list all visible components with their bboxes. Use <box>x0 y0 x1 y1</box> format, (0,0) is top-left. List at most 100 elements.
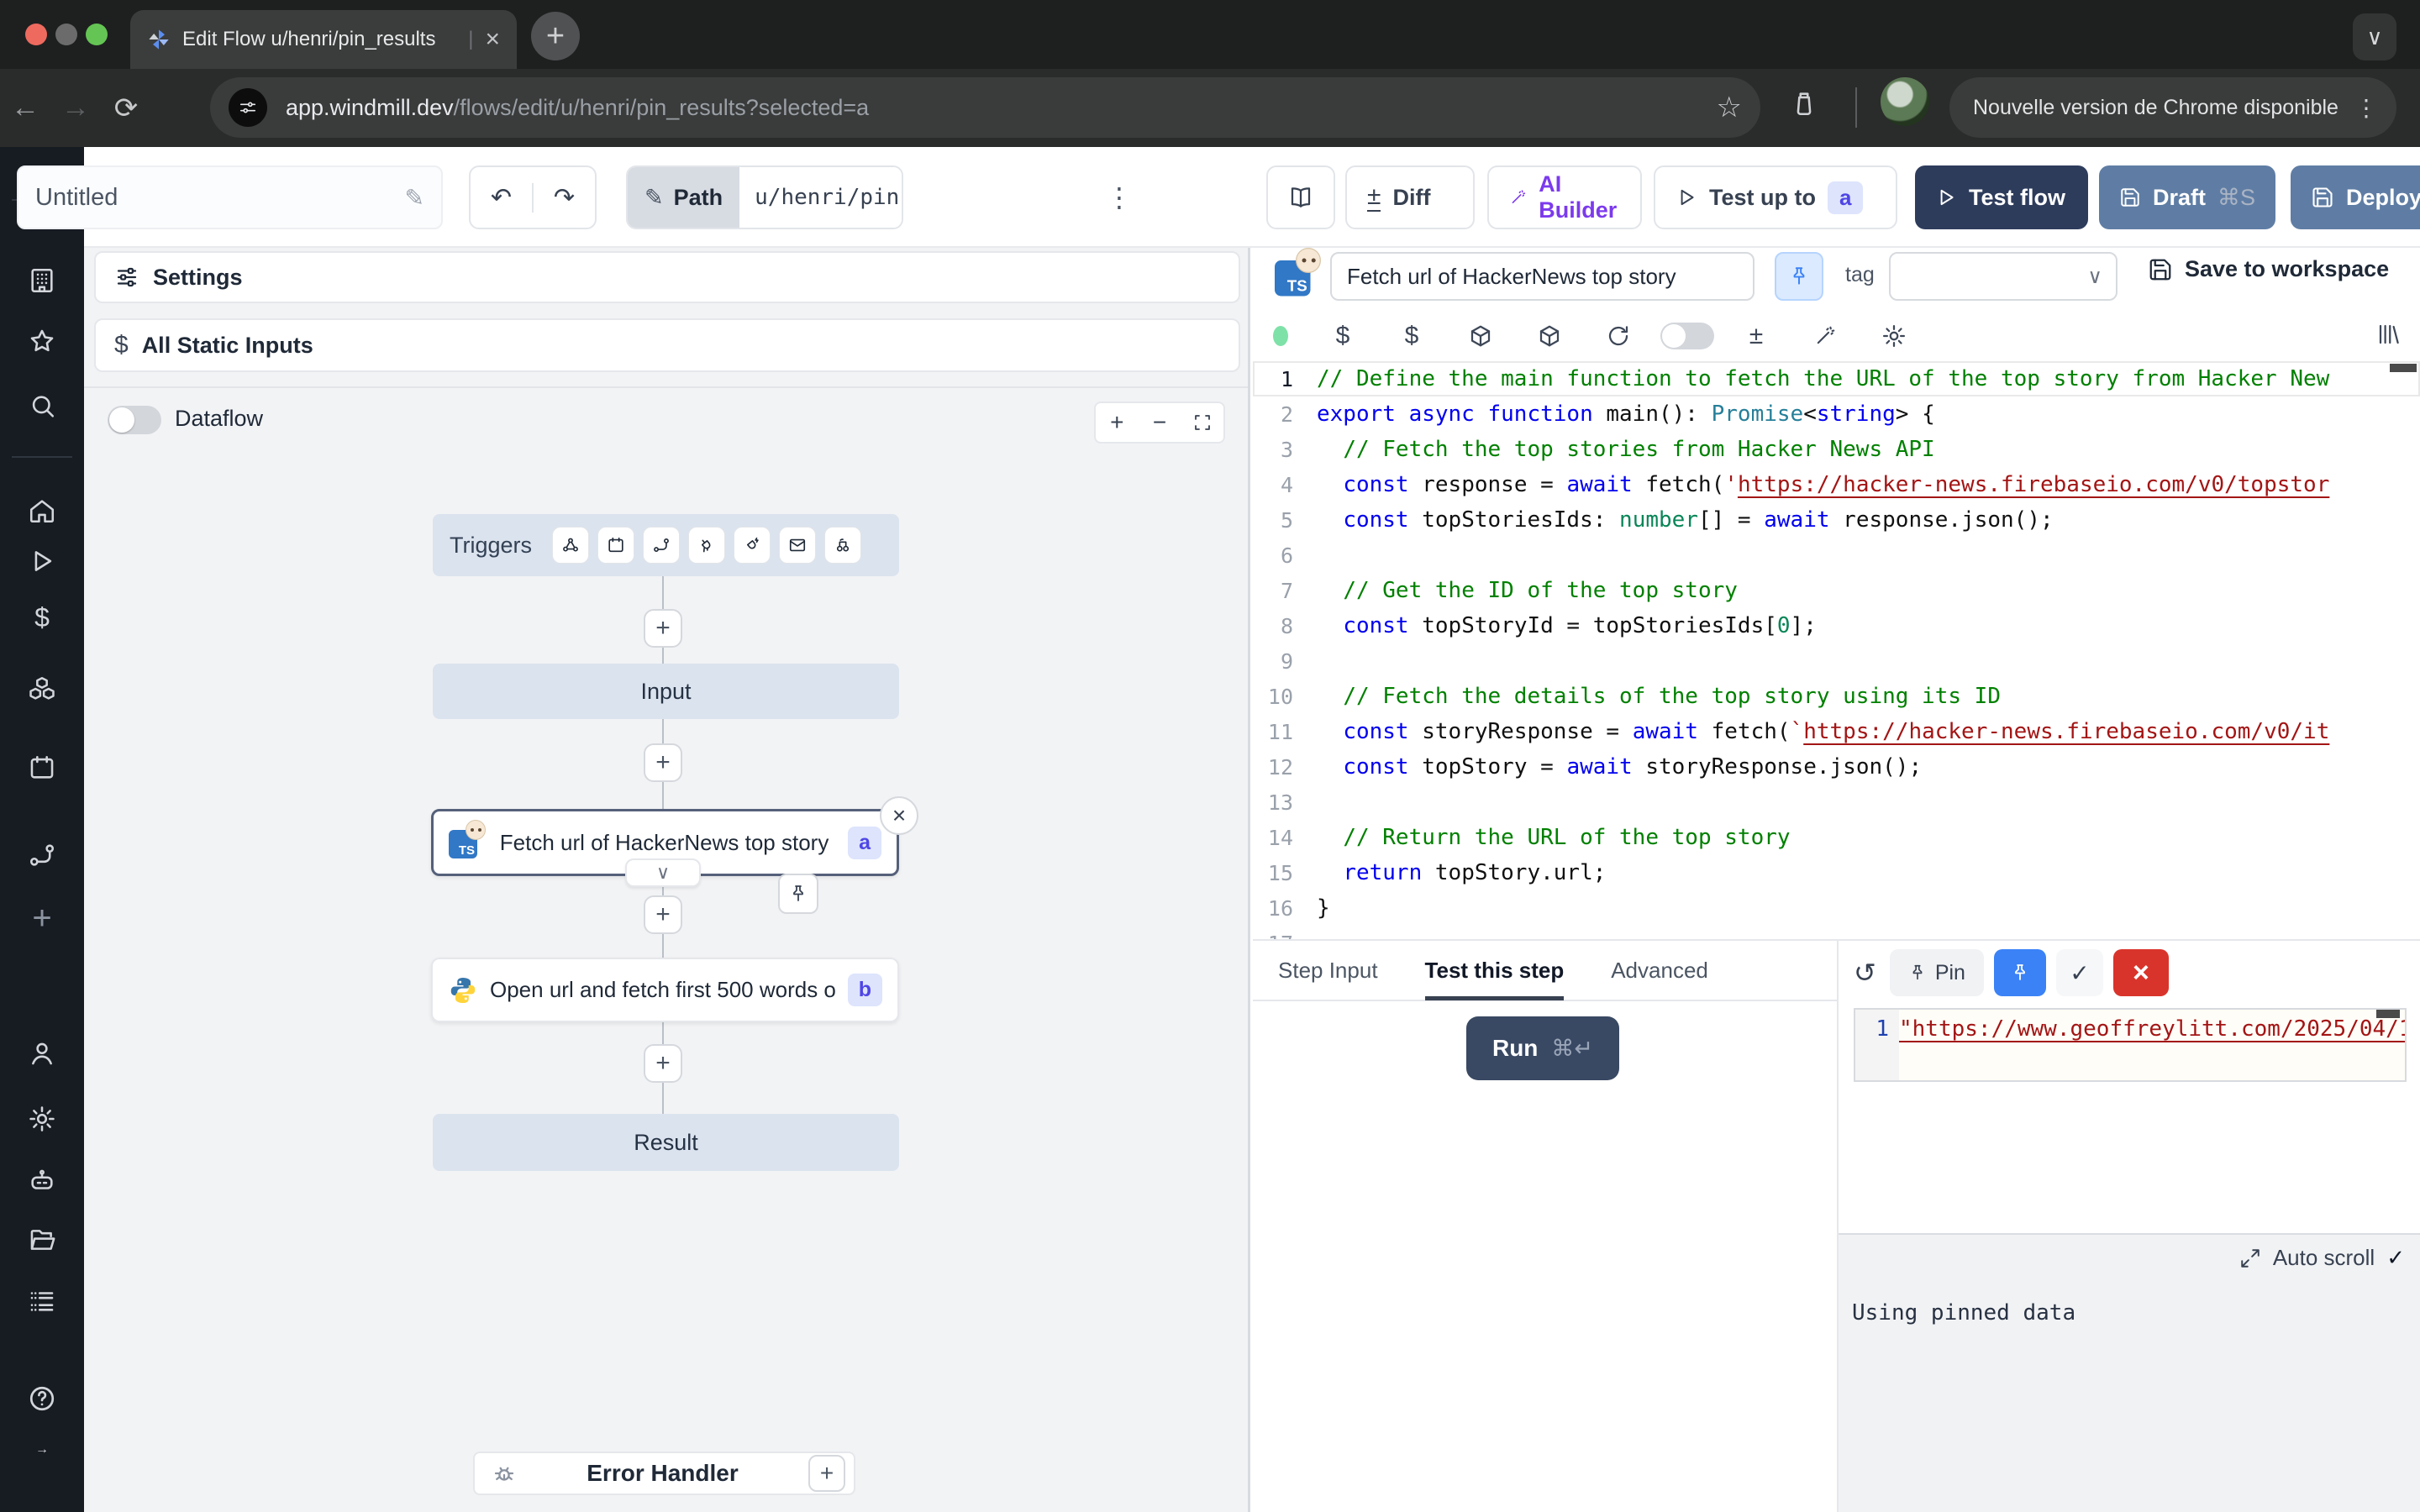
pin-active-button[interactable] <box>1994 949 2046 996</box>
websocket-trigger-icon[interactable] <box>688 527 725 564</box>
undo-button[interactable]: ↶ <box>471 183 532 213</box>
sidebar-item-users[interactable] <box>0 1039 84 1068</box>
step-title-input[interactable]: Fetch url of HackerNews top story <box>1330 252 1754 301</box>
traffic-light-zoom[interactable] <box>86 24 108 45</box>
schedule-trigger-icon[interactable] <box>597 527 634 564</box>
browser-menu-icon[interactable]: ⋮ <box>2354 94 2378 122</box>
traffic-light-minimize[interactable] <box>55 24 77 45</box>
zoom-in-button[interactable]: + <box>1096 409 1139 436</box>
sidebar-item-help[interactable] <box>0 1383 84 1414</box>
code-line[interactable]: 9 <box>1253 643 2420 679</box>
tag-select[interactable]: ∨ <box>1889 252 2118 301</box>
error-handler-node[interactable]: Error Handler + <box>473 1452 855 1495</box>
code-line[interactable]: 17 <box>1253 926 2420 939</box>
zoom-out-button[interactable]: − <box>1139 409 1181 436</box>
library-icon[interactable] <box>2376 322 2402 347</box>
code-line[interactable]: 12 const topStory = await storyResponse.… <box>1253 749 2420 785</box>
sidebar-item-variables[interactable]: $ <box>0 604 84 631</box>
sidebar-item-logs[interactable] <box>0 1286 84 1315</box>
site-info-icon[interactable] <box>229 88 267 127</box>
chrome-update-chip[interactable]: Nouvelle version de Chrome disponible ⋮ <box>1949 77 2396 138</box>
pin-button[interactable]: Pin <box>1890 949 1984 996</box>
code-line[interactable]: 13 <box>1253 785 2420 820</box>
editor-settings-gear-icon[interactable] <box>1860 323 1928 349</box>
email-trigger-icon[interactable] <box>779 527 816 564</box>
edit-name-pencil-icon[interactable]: ✎ <box>405 184 424 212</box>
sidebar-item-runs[interactable] <box>0 547 84 575</box>
redo-button[interactable]: ↷ <box>532 183 595 213</box>
draft-button[interactable]: Draft ⌘S <box>2099 165 2275 229</box>
profile-avatar[interactable] <box>1881 77 1929 126</box>
tab-test-this-step[interactable]: Test this step <box>1425 940 1565 1000</box>
fit-view-button[interactable] <box>1181 412 1223 433</box>
browser-tab[interactable]: Edit Flow u/henri/pin_results | × <box>130 10 517 69</box>
add-step-button[interactable]: + <box>644 1044 682 1083</box>
code-line[interactable]: 10 // Fetch the details of the top story… <box>1253 679 2420 714</box>
flow-settings-row[interactable]: Settings <box>94 251 1240 303</box>
sidebar-item-routes[interactable] <box>0 841 84 869</box>
pinned-data-editor[interactable]: 1 "https://www.geoffreylitt.com/2025/04/… <box>1854 1008 2407 1082</box>
code-line[interactable]: 7 // Get the ID of the top story <box>1253 573 2420 608</box>
tab-step-input[interactable]: Step Input <box>1278 940 1378 1000</box>
ai-wand-icon[interactable] <box>1791 324 1860 348</box>
expand-step-chevron-icon[interactable]: ∨ <box>625 858 701 887</box>
tab-advanced[interactable]: Advanced <box>1611 940 1708 1000</box>
sidebar-item-home[interactable] <box>0 496 84 525</box>
code-line[interactable]: 11 const storyResponse = await fetch(`ht… <box>1253 714 2420 749</box>
traffic-light-close[interactable] <box>25 24 47 45</box>
editor-toggle[interactable] <box>1653 323 1722 349</box>
add-error-handler-button[interactable]: + <box>808 1455 845 1492</box>
step-pin-button[interactable] <box>778 874 818 914</box>
url-bar[interactable]: app.windmill.dev/flows/edit/u/henri/pin_… <box>210 77 1760 138</box>
forward-icon[interactable]: → <box>50 92 101 124</box>
all-static-inputs-row[interactable]: $ All Static Inputs <box>94 318 1240 372</box>
flow-canvas[interactable]: Settings $ All Static Inputs Dataflow + … <box>84 248 1250 1512</box>
kafka-trigger-icon[interactable] <box>734 527 771 564</box>
path-label-segment[interactable]: ✎Path <box>628 167 739 228</box>
sidebar-expand-icon[interactable]: → <box>0 1442 84 1457</box>
test-up-to-button[interactable]: Test up to a <box>1654 165 1897 229</box>
code-line[interactable]: 15 return topStory.url; <box>1253 855 2420 890</box>
package-icon[interactable] <box>1515 323 1584 349</box>
toolbar-more-icon[interactable]: ⋮ <box>1102 165 1136 229</box>
save-to-workspace-button[interactable]: Save to workspace <box>2148 256 2389 282</box>
remove-pin-button[interactable]: × <box>2113 949 2169 996</box>
poll-trigger-icon[interactable] <box>824 527 861 564</box>
result-node[interactable]: Result <box>433 1114 899 1171</box>
tab-close-icon[interactable]: × <box>485 27 500 52</box>
pin-toggle-button[interactable] <box>1775 252 1823 301</box>
code-line[interactable]: 2export async function main(): Promise<s… <box>1253 396 2420 432</box>
reload-icon[interactable]: ⟳ <box>101 92 151 125</box>
docs-button[interactable] <box>1266 165 1335 229</box>
tab-search-chevron-icon[interactable]: ∨ <box>2353 13 2396 60</box>
step-node-b[interactable]: Open url and fetch first 500 words of ..… <box>431 958 899 1022</box>
code-line[interactable]: 1// Define the main function to fetch th… <box>1253 361 2420 396</box>
sidebar-item-add[interactable]: + <box>0 901 84 935</box>
variables-icon[interactable]: $ <box>1308 322 1377 350</box>
run-button[interactable]: Run ⌘↵ <box>1466 1016 1619 1080</box>
bookmark-star-icon[interactable]: ☆ <box>1717 91 1742 124</box>
code-line[interactable]: 14 // Return the URL of the top story <box>1253 820 2420 855</box>
http-route-trigger-icon[interactable] <box>643 527 680 564</box>
triggers-node[interactable]: Triggers <box>433 514 899 576</box>
sidebar-item-schedules[interactable] <box>0 753 84 782</box>
diff-button[interactable]: ± Diff <box>1345 165 1475 229</box>
ai-builder-button[interactable]: AI Builder <box>1487 165 1642 229</box>
new-tab-button[interactable]: + <box>531 12 580 60</box>
webhook-trigger-icon[interactable] <box>552 527 589 564</box>
auto-scroll-control[interactable]: Auto scroll ✓ <box>2239 1245 2405 1271</box>
add-step-button[interactable]: + <box>644 743 682 782</box>
extensions-icon[interactable] <box>1790 89 1818 118</box>
sidebar-item-workspace[interactable] <box>0 266 84 295</box>
code-line[interactable]: 6 <box>1253 538 2420 573</box>
add-step-button[interactable]: + <box>644 609 682 648</box>
code-line[interactable]: 4 const response = await fetch('https://… <box>1253 467 2420 502</box>
sidebar-item-favorites[interactable] <box>0 327 84 355</box>
code-editor[interactable]: 1// Define the main function to fetch th… <box>1253 361 2420 939</box>
code-line[interactable]: 8 const topStoryId = topStoriesIds[0]; <box>1253 608 2420 643</box>
scrollbar-thumb[interactable] <box>2390 364 2417 372</box>
resources-icon[interactable]: $ <box>1377 322 1446 350</box>
diff-icon[interactable]: ± <box>1722 322 1791 350</box>
history-icon[interactable]: ↺ <box>1854 957 1876 989</box>
test-flow-button[interactable]: Test flow <box>1915 165 2088 229</box>
